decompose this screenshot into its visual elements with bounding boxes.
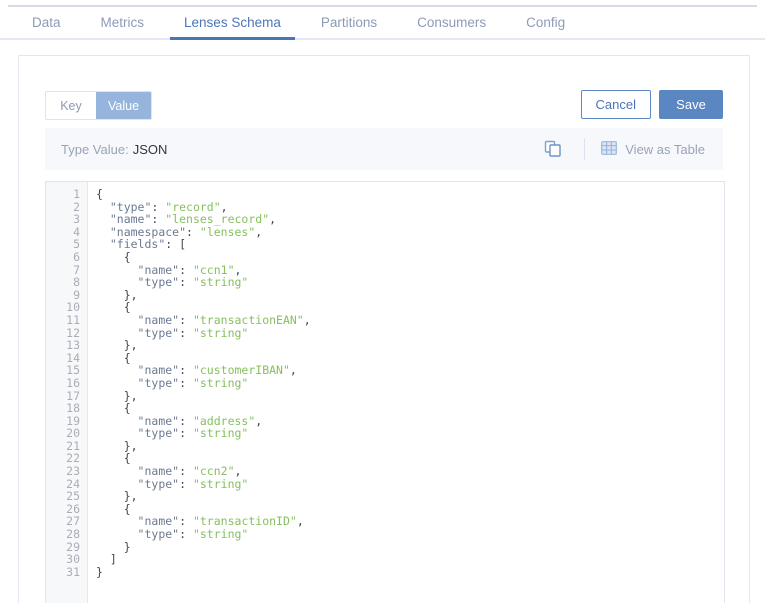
segment-value[interactable]: Value <box>96 92 152 119</box>
line-number: 31 <box>66 564 80 579</box>
tab-consumers[interactable]: Consumers <box>403 7 500 38</box>
line-number: 25 <box>66 489 80 504</box>
line-number: 13 <box>66 338 80 353</box>
card-toolbar: Key Value Cancel Save <box>19 56 749 131</box>
action-buttons: Cancel Save <box>580 90 723 119</box>
line-number: 30 <box>66 552 80 567</box>
schema-code-editor[interactable]: 1 2 3 4 5 6 7 8 9 10 11 12 13 14 15 16 17 18 19 20 21 22 23 24 2… <box>45 181 725 603</box>
line-number: 2 <box>73 199 80 214</box>
line-number: 5 <box>73 237 80 252</box>
line-number: 6 <box>73 249 80 264</box>
view-as-table-label: View as Table <box>625 141 705 157</box>
type-value-format: JSON <box>132 141 168 157</box>
tab-bar: Data Metrics Lenses Schema Partitions Consum… <box>0 7 765 40</box>
save-button[interactable]: Save <box>659 90 723 119</box>
view-as-table-button[interactable]: View as Table <box>601 140 709 159</box>
line-number: 18 <box>66 401 80 416</box>
editor-code-text: { "type": "record", "name": "lenses_reco… <box>96 187 311 579</box>
tab-partitions[interactable]: Partitions <box>307 7 391 38</box>
line-number: 28 <box>66 527 80 542</box>
line-number: 16 <box>66 375 80 390</box>
line-number: 4 <box>73 224 80 239</box>
cancel-button[interactable]: Cancel <box>580 90 651 119</box>
line-number: 7 <box>73 262 80 277</box>
segment-key[interactable]: Key <box>46 92 96 119</box>
type-value-label: Type Value: <box>61 141 129 157</box>
tab-data[interactable]: Data <box>18 7 75 38</box>
toolbar-divider <box>584 138 586 160</box>
table-grid-icon <box>601 140 618 159</box>
editor-line-number-gutter: 1 2 3 4 5 6 7 8 9 10 11 12 13 14 15 16 17 18 19 20 21 22 23 24 2… <box>46 182 88 603</box>
line-number: 3 <box>73 212 80 227</box>
tab-metrics[interactable]: Metrics <box>87 7 159 38</box>
tab-lenses-schema[interactable]: Lenses Schema <box>170 7 295 40</box>
line-number: 20 <box>66 426 80 441</box>
line-number: 1 <box>73 187 80 201</box>
type-value-bar-actions: View as Table <box>538 134 723 164</box>
copy-icon[interactable] <box>538 134 568 164</box>
type-value-bar: Type Value: JSON View as Table <box>45 128 723 170</box>
schema-card: Key Value Cancel Save Type Value: JSON V… <box>18 55 750 603</box>
line-number: 23 <box>66 464 80 479</box>
line-number: 11 <box>66 312 80 327</box>
editor-code-area[interactable]: { "type": "record", "name": "lenses_reco… <box>88 182 724 603</box>
line-number: 8 <box>73 275 80 290</box>
tab-config[interactable]: Config <box>512 7 579 38</box>
key-value-segmented-control[interactable]: Key Value <box>45 91 153 120</box>
